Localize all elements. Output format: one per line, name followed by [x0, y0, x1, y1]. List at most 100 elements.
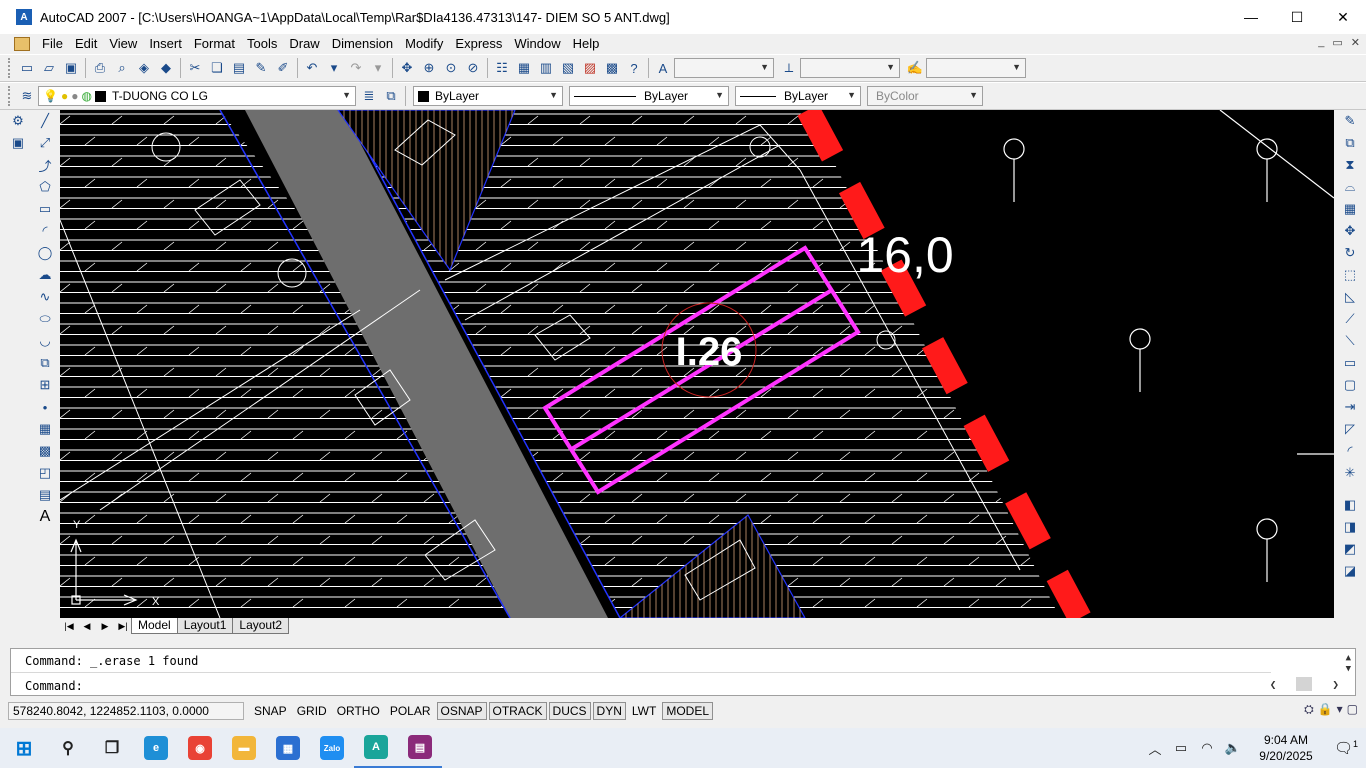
snap-to-none-icon[interactable]: ▣: [7, 132, 29, 154]
scroll-right-icon[interactable]: ❯: [1332, 678, 1339, 691]
status-toggle-grid[interactable]: GRID: [292, 702, 331, 720]
lineweight-combo[interactable]: ByLayer ▼: [735, 86, 861, 106]
taskbar-button[interactable]: Zalo: [310, 728, 354, 768]
arc-icon[interactable]: ◜: [34, 220, 56, 242]
draw-order-front-icon[interactable]: ◧: [1339, 494, 1361, 516]
menu-modify[interactable]: Modify: [399, 35, 449, 53]
menu-draw[interactable]: Draw: [283, 35, 325, 53]
revision-cloud-icon[interactable]: ☁: [34, 264, 56, 286]
match-properties-icon[interactable]: ✎: [250, 57, 272, 79]
taskbar-button[interactable]: ▦: [266, 728, 310, 768]
break-at-point-icon[interactable]: ▭: [1339, 352, 1361, 374]
paste-icon[interactable]: ▤: [228, 57, 250, 79]
plotstyle-combo[interactable]: ByColor ▼: [867, 86, 983, 106]
toolbar-grip[interactable]: [8, 58, 12, 78]
battery-icon[interactable]: ▭: [1168, 740, 1194, 756]
undo-icon[interactable]: ↶: [301, 57, 323, 79]
status-toggle-otrack[interactable]: OTRACK: [488, 702, 547, 720]
undo-dropdown-icon[interactable]: ▾: [323, 57, 345, 79]
move-icon[interactable]: ✥: [1339, 220, 1361, 242]
text-style-icon[interactable]: A: [652, 57, 674, 79]
scale-icon[interactable]: ⬚: [1339, 264, 1361, 286]
tab-last-button[interactable]: ▶|: [114, 621, 132, 632]
toolbar-lock-icon[interactable]: 🔒: [1318, 702, 1333, 717]
new-file-icon[interactable]: ▭: [16, 57, 38, 79]
dim-style-icon[interactable]: ⟂: [778, 57, 800, 79]
send-under-icon[interactable]: ◪: [1339, 560, 1361, 582]
pan-icon[interactable]: ✥: [396, 57, 418, 79]
save-icon[interactable]: ▣: [60, 57, 82, 79]
plot-icon[interactable]: ⎙: [89, 57, 111, 79]
taskbar-button[interactable]: ❐: [90, 728, 134, 768]
zoom-realtime-icon[interactable]: ⊕: [418, 57, 440, 79]
rotate-icon[interactable]: ↻: [1339, 242, 1361, 264]
chevron-up-icon[interactable]: ︿: [1142, 739, 1168, 758]
copy-icon[interactable]: ❏: [206, 57, 228, 79]
table-style-icon[interactable]: ✍: [904, 57, 926, 79]
taskbar-button[interactable]: ⚲: [46, 728, 90, 768]
tab-model[interactable]: Model: [131, 618, 178, 634]
plot-layer-icon[interactable]: ◍: [81, 89, 91, 103]
help-icon[interactable]: ?: [623, 57, 645, 79]
status-menu-icon[interactable]: ▾: [1337, 702, 1343, 717]
array-icon[interactable]: ▦: [1339, 198, 1361, 220]
layer-manager-icon[interactable]: ≋: [16, 85, 38, 107]
doc-minimize-button[interactable]: _: [1318, 36, 1324, 49]
rectangle-icon[interactable]: ▭: [34, 198, 56, 220]
zoom-previous-icon[interactable]: ⊘: [462, 57, 484, 79]
color-combo[interactable]: ByLayer ▼: [413, 86, 563, 106]
fillet-icon[interactable]: ◜: [1339, 440, 1361, 462]
taskbar-button[interactable]: A: [354, 728, 398, 768]
toolbar-grip[interactable]: [8, 86, 12, 106]
plot-preview-icon[interactable]: ⌕: [111, 57, 133, 79]
text-style-combo[interactable]: ▼: [674, 58, 774, 78]
open-file-icon[interactable]: ▱: [38, 57, 60, 79]
tab-first-button[interactable]: |◀: [60, 621, 78, 632]
doc-close-button[interactable]: ✕: [1351, 36, 1360, 49]
command-input-line[interactable]: Command:: [25, 679, 83, 693]
tool-palettes-icon[interactable]: ▥: [535, 57, 557, 79]
notification-icon[interactable]: 🗨1: [1326, 739, 1366, 757]
ellipse-arc-icon[interactable]: ◡: [34, 330, 56, 352]
light-bulb-icon[interactable]: 💡: [43, 89, 58, 103]
command-window[interactable]: Command: _.erase 1 found Command: ▲ ▼ ❮ ❯: [10, 648, 1356, 696]
layer-combo[interactable]: 💡 ● ● ◍ T-DUONG CO LG ▼: [38, 86, 356, 106]
dimension-text[interactable]: 16,0: [856, 227, 953, 283]
communication-center-icon[interactable]: ⛭: [1304, 702, 1314, 717]
menu-format[interactable]: Format: [188, 35, 241, 53]
hatch-icon[interactable]: ▦: [34, 418, 56, 440]
menu-express[interactable]: Express: [449, 35, 508, 53]
spline-icon[interactable]: ∿: [34, 286, 56, 308]
menu-insert[interactable]: Insert: [143, 35, 188, 53]
bring-above-icon[interactable]: ◩: [1339, 538, 1361, 560]
region-icon[interactable]: ◰: [34, 462, 56, 484]
publish-icon[interactable]: ◈: [133, 57, 155, 79]
linetype-combo[interactable]: ByLayer ▼: [569, 86, 729, 106]
menu-tools[interactable]: Tools: [241, 35, 283, 53]
menu-window[interactable]: Window: [508, 35, 566, 53]
dim-style-combo[interactable]: ▼: [800, 58, 900, 78]
maximize-button[interactable]: ☐: [1274, 0, 1320, 34]
scroll-left-icon[interactable]: ❮: [1270, 678, 1277, 691]
trim-icon[interactable]: ⟋: [1339, 308, 1361, 330]
drawing-area[interactable]: I.26 16,0 X Y: [60, 110, 1334, 618]
gradient-icon[interactable]: ▩: [34, 440, 56, 462]
table-style-combo[interactable]: ▼: [926, 58, 1026, 78]
taskbar-button[interactable]: e: [134, 728, 178, 768]
taskbar-button[interactable]: ⊞: [2, 728, 46, 768]
draw-order-back-icon[interactable]: ◨: [1339, 516, 1361, 538]
break-icon[interactable]: ▢: [1339, 374, 1361, 396]
taskbar-button[interactable]: ▬: [222, 728, 266, 768]
clock[interactable]: 9:04 AM 9/20/2025: [1246, 732, 1326, 764]
erase-icon[interactable]: ✎: [1339, 110, 1361, 132]
sheet-set-icon[interactable]: ▧: [557, 57, 579, 79]
menu-help[interactable]: Help: [567, 35, 606, 53]
make-layer-current-icon[interactable]: ≣: [358, 85, 380, 107]
design-center-icon[interactable]: ▦: [513, 57, 535, 79]
volume-icon[interactable]: 🔈: [1220, 740, 1246, 756]
cut-icon[interactable]: ✂: [184, 57, 206, 79]
minimize-button[interactable]: —: [1228, 0, 1274, 34]
copy-object-icon[interactable]: ⧉: [1339, 132, 1361, 154]
lock-icon[interactable]: ●: [71, 89, 78, 103]
status-toggle-snap[interactable]: SNAP: [250, 702, 291, 720]
